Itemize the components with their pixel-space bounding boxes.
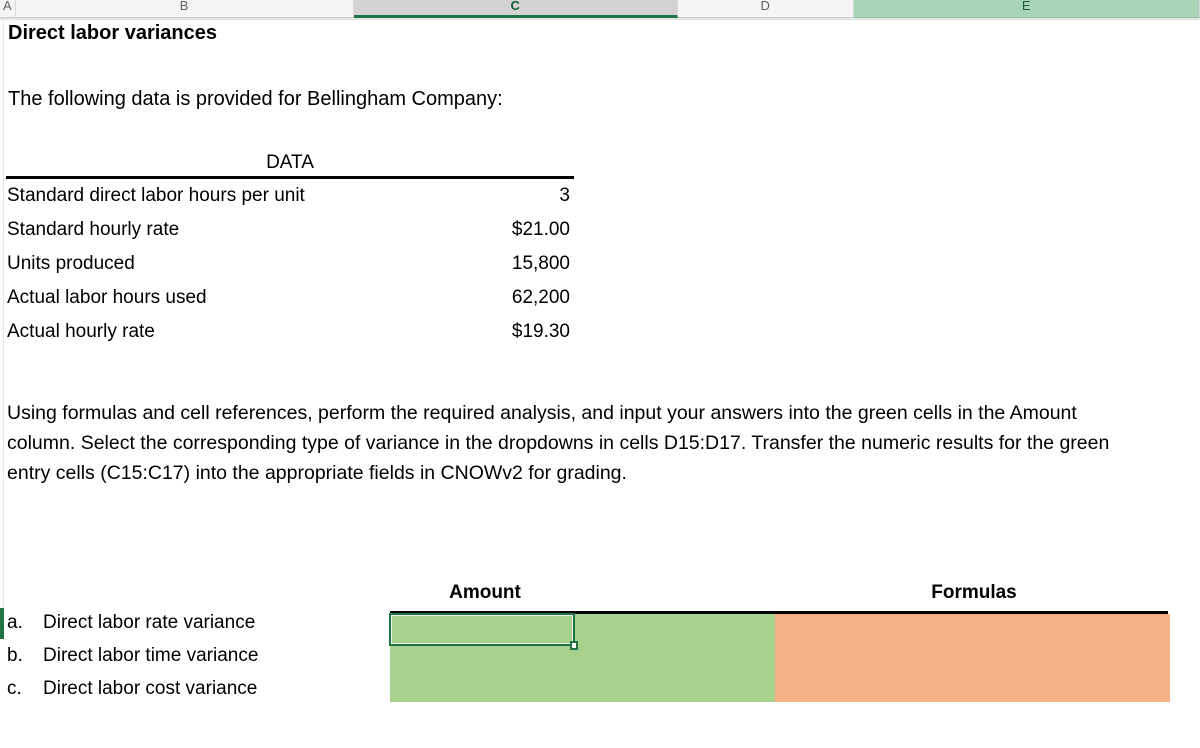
table-row: Standard direct labor hours per unit 3 [0,179,574,213]
column-header-c[interactable]: C [353,0,679,18]
column-header-b[interactable]: B [15,0,354,18]
data-table: DATA Standard direct labor hours per uni… [0,152,574,349]
data-value: $21.00 [511,219,570,240]
data-label: Actual hourly rate [7,321,155,342]
item-label: Direct labor time variance [43,645,259,666]
page-title: Direct labor variances [8,22,217,44]
data-value: 3 [559,185,570,206]
list-item: a. Direct labor rate variance [7,606,258,639]
formulas-cells[interactable] [775,614,1170,702]
table-row: Actual hourly rate $19.30 [0,315,574,349]
table-row: Standard hourly rate $21.00 [0,213,574,247]
item-letter: a. [7,612,23,633]
data-table-header: DATA [6,152,574,179]
list-item: c. Direct labor cost variance [7,672,258,705]
fill-handle[interactable] [570,641,578,650]
column-header-a[interactable]: A [0,0,16,18]
active-cell-c15[interactable] [389,613,575,646]
table-row: Actual labor hours used 62,200 [0,281,574,315]
data-value: 62,200 [511,287,570,308]
intro-text: The following data is provided for Belli… [8,88,503,110]
amount-column-header: Amount [449,582,521,603]
column-header-strip: A B C D E [0,0,1200,18]
worksheet-grid[interactable]: Direct labor variances The following dat… [0,20,1200,748]
data-label: Standard direct labor hours per unit [7,185,305,206]
list-item: b. Direct labor time variance [7,639,258,672]
instructions-text: Using formulas and cell references, perf… [7,402,1110,484]
column-header-e[interactable]: E [853,0,1200,18]
item-label: Direct labor rate variance [43,612,256,633]
item-letter: b. [7,645,23,666]
item-label: Direct labor cost variance [43,678,258,699]
data-label: Units produced [7,253,135,274]
data-label: Actual labor hours used [7,287,207,308]
item-letter: c. [7,678,22,699]
data-label: Standard hourly rate [7,219,180,240]
formulas-column-header: Formulas [931,582,1017,603]
data-value: $19.30 [511,321,570,342]
column-header-d[interactable]: D [678,0,854,18]
answer-section: Amount Formulas a. Direct labor rate var… [0,566,1200,726]
row-selection-indicator [0,608,4,639]
table-row: Units produced 15,800 [0,247,574,281]
variance-list: a. Direct labor rate variance b. Direct … [7,606,258,705]
data-value: 15,800 [511,253,570,274]
